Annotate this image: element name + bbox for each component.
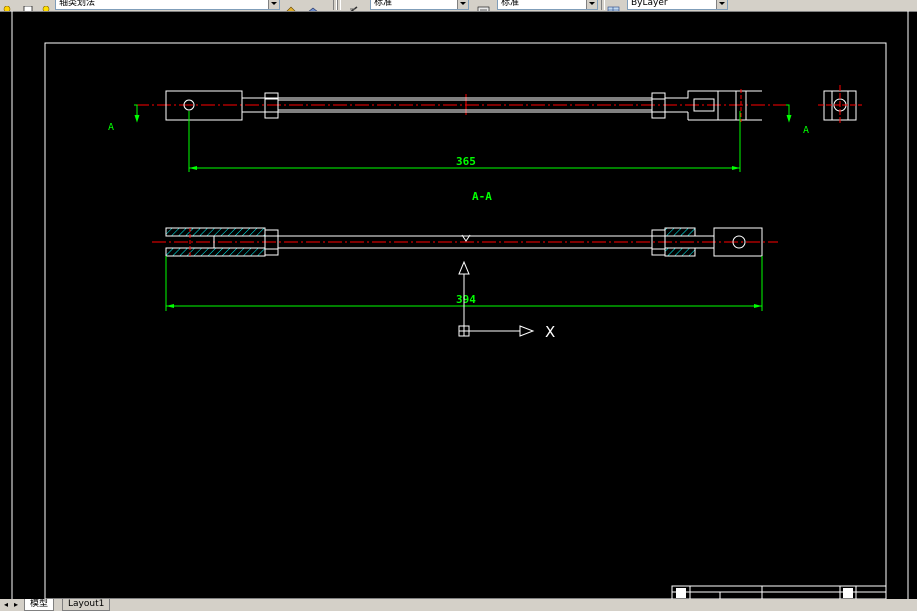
layer-color-swatch-icon: [22, 0, 36, 11]
toolbar-separator: [601, 0, 605, 10]
text-style-icon[interactable]: [347, 0, 361, 11]
chevron-down-icon[interactable]: [268, 0, 279, 9]
section-letter-right: A: [803, 125, 809, 136]
layer-state-icon[interactable]: [2, 0, 16, 11]
layer-previous-icon[interactable]: [306, 0, 320, 11]
toolbar-separator: [337, 0, 341, 10]
right-sleeve-hatch-top: [664, 227, 696, 237]
layer-dropdown[interactable]: 轴类划法: [55, 0, 280, 10]
section-marker-left: [134, 104, 140, 123]
drawing-svg: A A 365 A-A 394 X: [11, 11, 909, 600]
tab-model-label: 模型: [30, 599, 49, 609]
chevron-down-icon[interactable]: [457, 0, 468, 9]
drawing-canvas[interactable]: A A 365 A-A 394 X: [0, 11, 917, 600]
section-view-title: A-A: [472, 190, 492, 203]
left-sleeve-hatch-bottom: [165, 247, 266, 257]
ucs-x-label: X: [545, 323, 555, 341]
top-view: [135, 85, 862, 125]
section-letter-left: A: [108, 122, 114, 133]
text-style-dropdown-value: 标准: [374, 0, 393, 8]
dimension-bottom-arrow-right: [754, 304, 762, 308]
tab-nav-arrows-icon[interactable]: ◂: [2, 600, 10, 609]
linetype-dropdown[interactable]: ByLayer: [627, 0, 728, 10]
dimension-style-dropdown-value: 标准: [501, 0, 520, 8]
table-style-icon[interactable]: [607, 0, 621, 11]
lightbulb-icon[interactable]: [40, 0, 54, 11]
dimension-top-value: 365: [456, 155, 476, 168]
dimension-style-icon[interactable]: [477, 0, 491, 11]
tab-layout1[interactable]: Layout1: [62, 599, 111, 611]
linetype-dropdown-value: ByLayer: [631, 0, 668, 8]
tab-model[interactable]: 模型: [24, 599, 55, 611]
left-sleeve-hatch-top: [165, 227, 266, 237]
chevron-down-icon[interactable]: [716, 0, 727, 9]
dimension-bottom-arrow-left: [166, 304, 174, 308]
make-layer-current-icon[interactable]: [284, 0, 298, 11]
layer-dropdown-value: 轴类划法: [59, 0, 96, 8]
tab-layout1-label: Layout1: [68, 599, 105, 609]
chevron-down-icon[interactable]: [586, 0, 597, 9]
drawing-frame: [44, 42, 887, 600]
dimension-style-dropdown[interactable]: 标准: [497, 0, 598, 10]
text-style-dropdown[interactable]: 标准: [370, 0, 469, 10]
section-marker-right: [786, 104, 792, 123]
layout-tab-bar: ◂ ▸ 模型 Layout1: [0, 599, 917, 611]
dimension-bottom-value: 394: [456, 293, 476, 306]
title-block: [671, 585, 887, 600]
right-sleeve-hatch-bottom: [664, 247, 696, 257]
tab-nav-arrows-icon[interactable]: ▸: [12, 600, 20, 609]
